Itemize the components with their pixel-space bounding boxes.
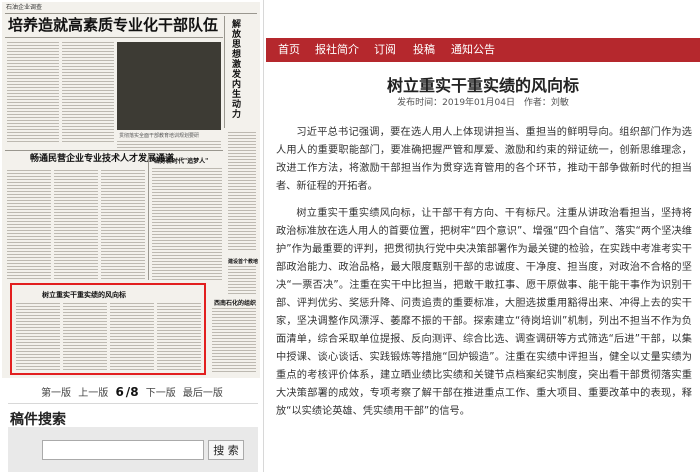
top-nav: 首页 报社简介 订阅 投稿 通知公告 bbox=[266, 38, 700, 62]
search-input[interactable] bbox=[42, 440, 204, 460]
article-panel: 首页 报社简介 订阅 投稿 通知公告 树立重实干重实绩的风向标 发布时间：201… bbox=[266, 0, 700, 472]
photo-caption: 贯彻落实全面干部教育培训规划要研 bbox=[119, 133, 200, 139]
newspaper-page-image: 石油企业调查 培养造就高素质专业化干部队伍 解放思想激发内生动力 贯彻落实全面干… bbox=[2, 2, 260, 378]
newspaper-mid-headline: 畅通民营企业专业技术人才发展通道 bbox=[30, 154, 175, 164]
total-page-number: 8 bbox=[130, 385, 139, 399]
article-paragraph: 树立重实干重实绩风向标，让干部干有方向、干有标尺。注重从讲政治看担当，坚持将政治… bbox=[276, 208, 692, 417]
search-section-title: 稿件搜索 bbox=[10, 412, 66, 428]
newspaper-photo bbox=[117, 42, 221, 130]
nav-item-submit[interactable]: 投稿 bbox=[413, 38, 435, 62]
nav-item-home[interactable]: 首页 bbox=[278, 38, 300, 62]
article-title: 树立重实干重实绩的风向标 bbox=[386, 76, 579, 95]
page-pager: 第一版 上一版 6/8 下一版 最后一版 bbox=[0, 384, 264, 399]
highlighted-article-title: 树立重实干重实绩的风向标 bbox=[42, 290, 126, 299]
article-meta: 发布时间：2019年01月04日 作者：刘敏 bbox=[266, 95, 700, 108]
nav-item-subscribe[interactable]: 订阅 bbox=[374, 38, 396, 62]
newspaper-side-headline: 解放思想激发内生动力 bbox=[232, 20, 242, 120]
last-page-link[interactable]: 最后一版 bbox=[183, 388, 223, 399]
nav-item-notices[interactable]: 通知公告 bbox=[451, 38, 495, 62]
highlighted-article-region[interactable]: 树立重实干重实绩的风向标 bbox=[10, 283, 206, 375]
next-page-link[interactable]: 下一版 bbox=[146, 388, 176, 399]
nav-item-about[interactable]: 报社简介 bbox=[315, 38, 359, 62]
newspaper-small-headline-3: 西南石化的组织 bbox=[214, 300, 257, 307]
newspaper-small-headline-2: 建设首个教培 bbox=[228, 259, 259, 265]
first-page-link[interactable]: 第一版 bbox=[41, 388, 71, 399]
search-button[interactable]: 搜 索 bbox=[208, 440, 244, 460]
current-page-number: 6 bbox=[115, 385, 124, 399]
section-tag: 石油企业调查 bbox=[6, 4, 43, 11]
article-author: 作者：刘敏 bbox=[523, 98, 569, 108]
newspaper-panel: 石油企业调查 培养造就高素质专业化干部队伍 解放思想激发内生动力 贯彻落实全面干… bbox=[0, 0, 264, 472]
publish-date: 发布时间：2019年01月04日 bbox=[397, 98, 515, 108]
newspaper-small-headline-1: 当好新时代"追梦人" bbox=[154, 158, 209, 165]
article-body: 习近平总书记强调，要在选人用人上体现讲担当、重担当的鲜明导向。组织部门作为选人用… bbox=[276, 124, 692, 430]
divider bbox=[8, 403, 258, 404]
article-paragraph: 习近平总书记强调，要在选人用人上体现讲担当、重担当的鲜明导向。组织部门作为选人用… bbox=[276, 127, 692, 192]
newspaper-main-headline: 培养造就高素质专业化干部队伍 bbox=[8, 16, 219, 34]
prev-page-link[interactable]: 上一版 bbox=[78, 388, 108, 399]
